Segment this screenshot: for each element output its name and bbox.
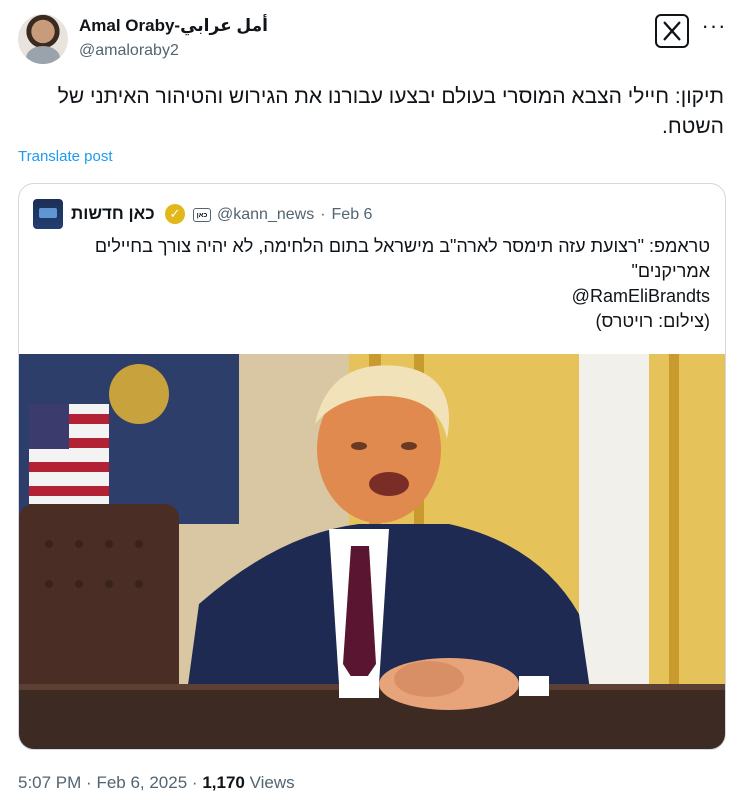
post-text: תיקון: חיילי הצבא המוסרי בעולם יבצעו עבו… (57, 85, 724, 138)
quoted-text: טראמפ: "רצועת עזה תימסר לארה"ב מישראל בת… (33, 234, 710, 334)
x-logo-icon[interactable] (655, 14, 689, 48)
verified-badge-icon: ✓ (165, 204, 185, 224)
more-icon[interactable]: ··· (702, 13, 726, 38)
meta-dot: · (191, 773, 203, 792)
meta-separator: · (320, 206, 326, 223)
post-time[interactable]: 5:07 PM (18, 773, 81, 792)
photo-illustration (19, 354, 725, 749)
post-date[interactable]: Feb 6, 2025 (96, 773, 187, 792)
x-logo-glyph (663, 21, 681, 41)
translate-post-link[interactable]: Translate post (18, 148, 113, 165)
views-count: 1,170 (202, 773, 245, 792)
meta-dot: · (86, 773, 97, 792)
author-avatar[interactable] (18, 14, 68, 64)
author-handle[interactable]: @amaloraby2 (79, 42, 268, 60)
author-block: Amal Oraby-أمل عرابي @amaloraby2 (79, 16, 268, 60)
post-meta: 5:07 PM · Feb 6, 2025 · 1,170 Views (18, 773, 295, 793)
quoted-date[interactable]: Feb 6 (332, 206, 373, 224)
quoted-line: טראמפ: "רצועת עזה תימסר לארה"ב מישראל בת… (94, 236, 710, 281)
quoted-display-name[interactable]: כאן חדשות (71, 204, 155, 224)
quoted-handle[interactable]: @kann_news (217, 206, 314, 224)
quoted-mention[interactable]: @RamEliBrandts (33, 284, 710, 309)
author-display-name[interactable]: Amal Oraby-أمل عرابي (79, 16, 268, 36)
quoted-avatar[interactable] (33, 199, 63, 229)
affiliation-badge-icon: כאן (193, 208, 211, 222)
quoted-line: (צילום: רויטרס) (595, 311, 711, 331)
quoted-post[interactable]: כאן חדשות ✓ כאן @kann_news · Feb 6 טראמפ… (18, 183, 726, 750)
quoted-meta: כאן @kann_news · Feb 6 (193, 206, 372, 224)
views-label: Views (249, 773, 295, 792)
quoted-photo[interactable] (19, 354, 725, 749)
